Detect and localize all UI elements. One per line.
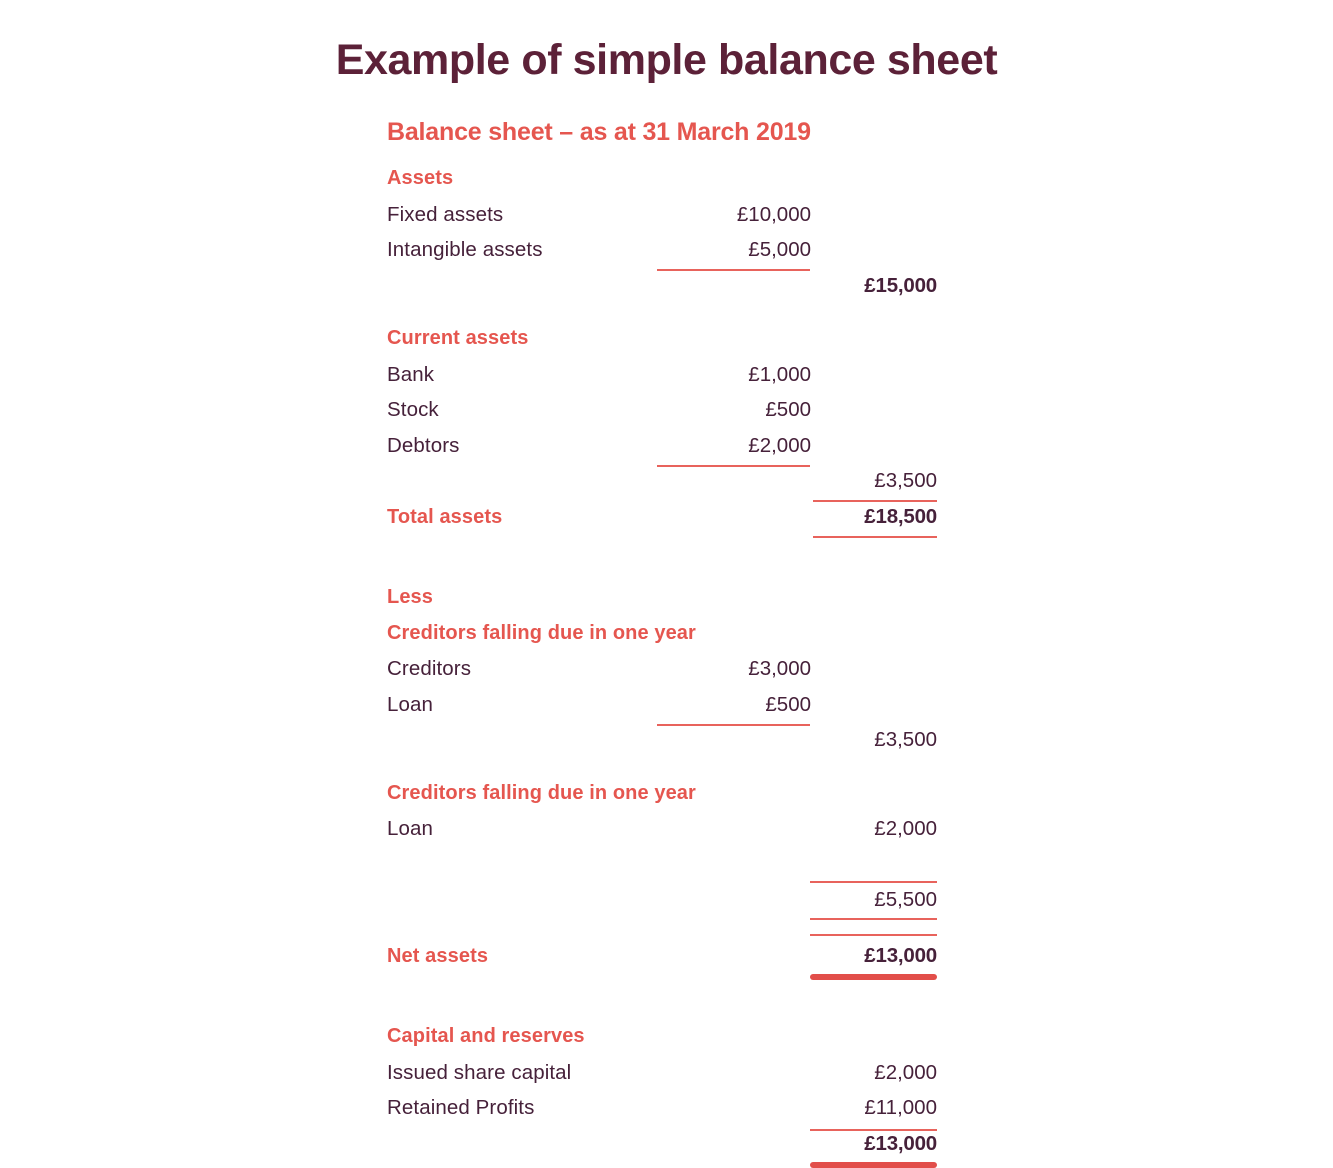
section-label-creditors-one-year-b: Creditors falling due in one year xyxy=(387,781,696,804)
line-value-stock: £500 xyxy=(765,398,811,421)
line-label-loan-a: Loan xyxy=(387,692,434,716)
subtotal-value-creditors-b: £5,500 xyxy=(874,888,937,911)
line-value-loan-a: £500 xyxy=(765,692,811,716)
line-value-bank: £1,000 xyxy=(748,362,811,386)
line-label-fixed-assets: Fixed assets xyxy=(387,202,504,226)
subtotal-rule-current-assets xyxy=(657,464,810,467)
section-heading-creditors-one-year-b: Creditors falling due in one year xyxy=(387,782,947,818)
subtotal-value-assets: £15,000 xyxy=(864,273,937,297)
subtotal-rule-assets xyxy=(657,269,810,271)
balance-sheet-page: Example of simple balance sheet Balance … xyxy=(0,0,1333,1168)
section-label-current-assets: Current assets xyxy=(387,327,529,349)
subtotal-row-current-assets: £3,500 xyxy=(387,469,947,505)
total-assets-label: Total assets xyxy=(387,505,503,528)
net-assets-total-bar xyxy=(810,973,937,980)
subtotal-value-creditors-a: £3,500 xyxy=(874,728,937,751)
total-assets-row: Total assets £18,500 xyxy=(387,505,947,541)
table-row: Debtors £2,000 xyxy=(387,434,947,470)
line-label-bank: Bank xyxy=(387,362,435,386)
table-row: Creditors £3,000 xyxy=(387,657,947,693)
table-row: Bank £1,000 xyxy=(387,363,947,399)
section-heading-creditors-one-year-a: Creditors falling due in one year xyxy=(387,622,947,658)
subtotal-rule-creditors-b-top xyxy=(810,880,937,883)
line-label-creditors: Creditors xyxy=(387,657,472,680)
net-assets-row: Net assets £13,000 xyxy=(387,944,947,980)
line-label-retained-profits: Retained Profits xyxy=(387,1096,535,1119)
subtotal-rule-creditors-a xyxy=(657,723,810,726)
line-label-stock: Stock xyxy=(387,398,439,421)
section-label-assets: Assets xyxy=(387,167,454,189)
net-assets-label: Net assets xyxy=(387,944,489,967)
table-row: Issued share capital £2,000 xyxy=(387,1061,947,1097)
spacer-row xyxy=(387,853,947,889)
capital-total-row: £13,000 xyxy=(387,1132,947,1168)
section-heading-less: Less xyxy=(387,586,947,622)
subtotal-row-creditors-b: £5,500 xyxy=(387,888,947,924)
line-label-issued-share-capital: Issued share capital xyxy=(387,1060,572,1084)
section-label-capital-and-reserves: Capital and reserves xyxy=(387,1025,585,1047)
line-label-loan-b: Loan xyxy=(387,817,434,840)
section-label-less: Less xyxy=(387,586,433,608)
subtotal-value-current-assets: £3,500 xyxy=(874,469,937,492)
page-title: Example of simple balance sheet xyxy=(335,36,998,84)
line-value-loan-b: £2,000 xyxy=(874,817,937,840)
section-heading-capital-and-reserves: Capital and reserves xyxy=(387,1025,947,1061)
section-heading-current-assets: Current assets xyxy=(387,327,947,363)
line-label-intangible-assets: Intangible assets xyxy=(387,238,543,261)
line-value-fixed-assets: £10,000 xyxy=(736,202,811,226)
subtotal-row-creditors-a: £3,500 xyxy=(387,728,947,764)
net-assets-value: £13,000 xyxy=(864,943,937,967)
total-assets-rule-top xyxy=(813,500,937,502)
line-label-debtors: Debtors xyxy=(387,433,460,457)
capital-total-value: £13,000 xyxy=(864,1131,937,1155)
net-assets-rule-upper xyxy=(810,918,937,920)
line-value-debtors: £2,000 xyxy=(748,433,811,457)
table-row: Loan £500 xyxy=(387,693,947,729)
table-row: Stock £500 xyxy=(387,398,947,434)
net-assets-rule-row xyxy=(387,924,947,944)
balance-sheet-heading: Balance sheet – as at 31 March 2019 xyxy=(387,118,811,146)
table-row: Intangible assets £5,000 xyxy=(387,238,947,274)
line-value-intangible-assets: £5,000 xyxy=(748,238,811,261)
balance-sheet-block: Balance sheet – as at 31 March 2019 Asse… xyxy=(387,118,947,1168)
table-row: Fixed assets £10,000 xyxy=(387,203,947,239)
net-assets-rule-lower xyxy=(810,933,937,936)
line-value-retained-profits: £11,000 xyxy=(864,1096,937,1119)
line-value-issued-share-capital: £2,000 xyxy=(874,1060,937,1084)
total-assets-rule-bottom xyxy=(813,535,937,538)
table-row: Retained Profits £11,000 xyxy=(387,1096,947,1132)
table-row: Loan £2,000 xyxy=(387,817,947,853)
line-value-creditors: £3,000 xyxy=(748,657,811,680)
total-assets-value: £18,500 xyxy=(864,504,937,528)
subtotal-row-assets: £15,000 xyxy=(387,274,947,310)
capital-total-bar xyxy=(810,1161,937,1168)
section-heading-assets: Assets xyxy=(387,167,947,203)
section-label-creditors-one-year-a: Creditors falling due in one year xyxy=(387,621,696,644)
